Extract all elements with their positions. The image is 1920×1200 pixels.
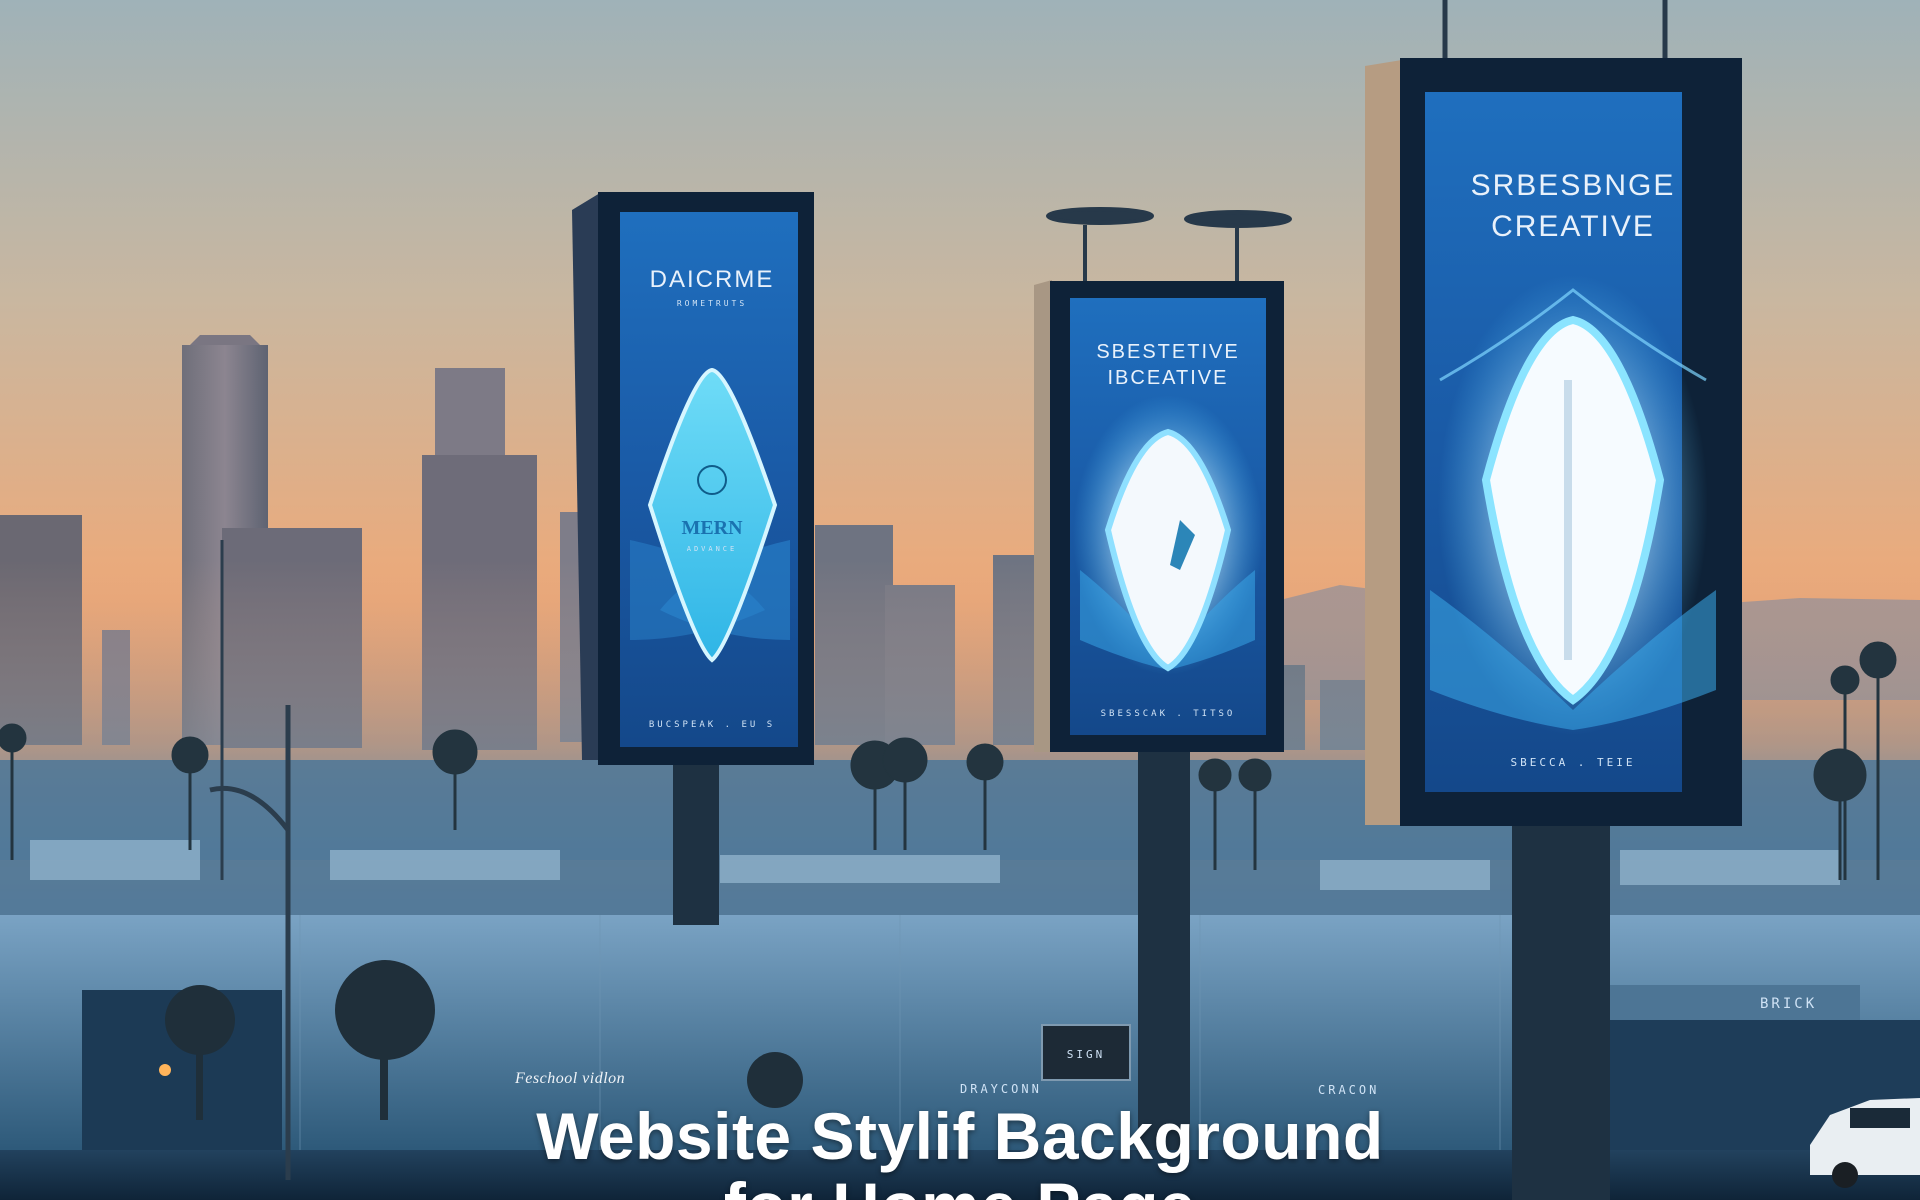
billboard-middle-title2: IBCEATIVE	[1108, 367, 1229, 389]
lamp-light	[159, 1064, 171, 1076]
billboard-right-pen-icon	[1564, 380, 1572, 660]
billboard-middle-pole	[1138, 750, 1190, 1150]
billboard-middle-footer: SBESSCAK . TITSO	[1101, 709, 1236, 719]
building-sign	[1610, 985, 1860, 1020]
billboard-left-title: DAICRME	[650, 266, 775, 293]
billboard-right-title1: SRBESBNGE	[1471, 169, 1676, 202]
road-sign-right: CRACON	[1318, 1083, 1379, 1097]
billboard-middle-title1: SBESTETIVE	[1096, 341, 1239, 363]
billboard-left-center: MERN	[681, 517, 743, 539]
caption-title-line2: for Home Page	[0, 1168, 1920, 1200]
building-sign-text: BRICK	[1760, 996, 1817, 1012]
billboard-left-center-sub: ADVANCE	[687, 545, 738, 553]
billboard-left-footer: BUCSPEAK . EU S	[649, 720, 775, 730]
photo-scene: BRICK SIGN DRAYCONN CRACON DAICRME ROMET…	[0, 0, 1920, 1200]
caption-kicker: Feschool vidlon	[515, 1070, 626, 1087]
billboard-right-title2: CREATIVE	[1491, 210, 1655, 243]
road-sign-left: DRAYCONN	[960, 1082, 1042, 1096]
billboard-left-sub: ROMETRUTS	[677, 299, 747, 308]
caption-title-line1: Website Stylif Background	[536, 1099, 1384, 1173]
city-billboards-photo: BRICK SIGN DRAYCONN CRACON DAICRME ROMET…	[0, 0, 1920, 1200]
billboard-left-pole	[673, 765, 719, 925]
billboard-right-footer: SBECCA . TEIE	[1510, 756, 1635, 769]
street-sign-text: SIGN	[1067, 1048, 1106, 1061]
